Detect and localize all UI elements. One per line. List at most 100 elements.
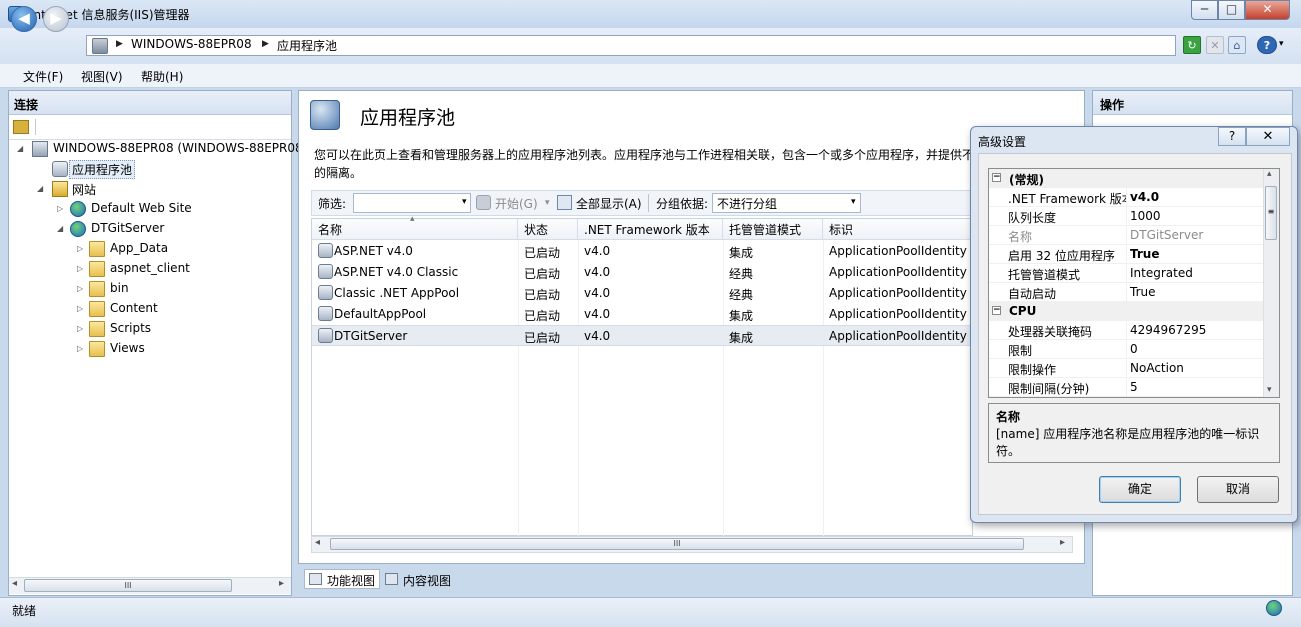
- property-row[interactable]: 限制间隔(分钟) 5: [989, 378, 1264, 397]
- tree-node-folder[interactable]: ▷ App_Data: [74, 239, 254, 259]
- tree-node-app-pools[interactable]: 应用程序池: [34, 159, 144, 179]
- tab-content-view[interactable]: 内容视图: [380, 569, 454, 589]
- expand-icon[interactable]: ▷: [57, 204, 63, 213]
- dialog-help-button[interactable]: ?: [1218, 127, 1246, 146]
- stop-icon[interactable]: ✕: [1206, 36, 1224, 54]
- table-row[interactable]: ASP.NET v4.0 Classic 已启动 v4.0 经典 Applica…: [312, 262, 972, 283]
- property-row[interactable]: 处理器关联掩码 4294967295: [989, 321, 1264, 340]
- show-all-button[interactable]: 全部显示(A): [576, 195, 642, 212]
- chevron-down-icon[interactable]: ▾: [462, 197, 467, 207]
- minimize-button[interactable]: ─: [1191, 0, 1218, 20]
- cell-status: 已启动: [524, 267, 561, 281]
- tree-label: aspnet_client: [110, 261, 190, 275]
- expand-icon[interactable]: ▷: [77, 344, 83, 353]
- cell-name: DTGitServer: [334, 329, 408, 343]
- expand-icon[interactable]: ▷: [77, 324, 83, 333]
- home-icon[interactable]: ⌂: [1228, 36, 1246, 54]
- table-row[interactable]: DefaultAppPool 已启动 v4.0 集成 ApplicationPo…: [312, 304, 972, 325]
- property-category-cpu[interactable]: − CPU: [989, 302, 1264, 321]
- property-row[interactable]: 限制 0: [989, 340, 1264, 359]
- tree-node-folder[interactable]: ▷ bin: [74, 279, 254, 299]
- back-button[interactable]: ◀: [11, 6, 37, 32]
- table-row[interactable]: Classic .NET AppPool 已启动 v4.0 经典 Applica…: [312, 283, 972, 304]
- scroll-up-icon[interactable]: ▴: [1267, 169, 1272, 179]
- expand-icon[interactable]: ▷: [77, 244, 83, 253]
- menu-view[interactable]: 视图(V): [81, 68, 123, 85]
- property-row[interactable]: 限制操作 NoAction: [989, 359, 1264, 378]
- property-row[interactable]: 自动启动 True: [989, 283, 1264, 302]
- breadcrumb-app-pools[interactable]: 应用程序池: [277, 37, 337, 54]
- breadcrumb-separator[interactable]: ▶: [262, 39, 269, 49]
- tree-node-folder[interactable]: ▷ Scripts: [74, 319, 254, 339]
- scroll-down-icon[interactable]: ▾: [1267, 385, 1272, 395]
- scrollbar-thumb[interactable]: ≡: [1265, 186, 1277, 240]
- dialog-close-button[interactable]: ✕: [1246, 127, 1290, 146]
- menu-file[interactable]: 文件(F): [23, 68, 63, 85]
- scrollbar-thumb[interactable]: III: [330, 538, 1024, 550]
- menu-help[interactable]: 帮助(H): [141, 68, 183, 85]
- collapse-icon[interactable]: ◢: [57, 224, 63, 233]
- tree-node-dtgitserver[interactable]: ◢ DTGitServer: [54, 219, 254, 239]
- actions-header: 操作: [1093, 91, 1292, 115]
- chevron-down-icon[interactable]: ▾: [851, 197, 856, 207]
- ok-button[interactable]: 确定: [1099, 476, 1181, 503]
- expand-icon[interactable]: ▷: [77, 284, 83, 293]
- tree-node-folder[interactable]: ▷ Content: [74, 299, 254, 319]
- column-header-name[interactable]: 名称: [312, 219, 518, 240]
- tree-node-server[interactable]: ◢ WINDOWS-88EPR08 (WINDOWS-88EPR08: [14, 139, 303, 159]
- tree-node-default-web-site[interactable]: ▷ Default Web Site: [54, 199, 254, 219]
- scroll-left-icon[interactable]: ◂: [315, 537, 320, 548]
- table-row-selected[interactable]: DTGitServer 已启动 v4.0 集成 ApplicationPoolI…: [312, 325, 972, 346]
- scroll-right-icon[interactable]: ▸: [1060, 537, 1065, 548]
- property-row[interactable]: 名称 DTGitServer: [989, 226, 1264, 245]
- scroll-right-icon[interactable]: ▸: [279, 578, 284, 589]
- collapse-icon[interactable]: ◢: [37, 184, 43, 193]
- cell-mode: 集成: [729, 309, 754, 323]
- breadcrumb-separator[interactable]: ▶: [116, 39, 123, 49]
- property-value: True: [1130, 247, 1160, 261]
- table-row[interactable]: ASP.NET v4.0 已启动 v4.0 集成 ApplicationPool…: [312, 241, 972, 262]
- property-row[interactable]: .NET Framework 版本 v4.0: [989, 188, 1264, 207]
- property-row[interactable]: 托管管道模式 Integrated: [989, 264, 1264, 283]
- tree-node-sites[interactable]: ◢ 网站: [34, 179, 154, 199]
- property-category-general[interactable]: − (常规): [989, 169, 1264, 188]
- chevron-down-icon[interactable]: ▾: [545, 198, 550, 208]
- collapse-icon[interactable]: ◢: [17, 144, 23, 153]
- refresh-icon[interactable]: ↻: [1183, 36, 1201, 54]
- help-icon[interactable]: ?: [1257, 36, 1277, 54]
- connections-header: 连接: [9, 91, 291, 115]
- property-key: 限制间隔(分钟): [1008, 382, 1090, 396]
- expand-icon[interactable]: ▷: [77, 304, 83, 313]
- property-key: 托管管道模式: [1008, 268, 1081, 282]
- column-header-version[interactable]: .NET Framework 版本: [578, 219, 723, 240]
- property-row[interactable]: 队列长度 1000: [989, 207, 1264, 226]
- breadcrumb-server[interactable]: WINDOWS-88EPR08: [131, 37, 252, 51]
- scroll-left-icon[interactable]: ◂: [12, 578, 17, 589]
- connections-toolbar: [9, 116, 291, 140]
- expand-icon[interactable]: ▷: [77, 264, 83, 273]
- tree-label: Default Web Site: [91, 201, 192, 215]
- tab-features-view[interactable]: 功能视图: [304, 569, 380, 589]
- column-header-status[interactable]: 状态: [518, 219, 578, 240]
- maximize-button[interactable]: □: [1218, 0, 1245, 20]
- collapse-icon[interactable]: −: [992, 306, 1001, 315]
- start-filter-button[interactable]: 开始(G): [495, 195, 538, 212]
- cell-name: ASP.NET v4.0 Classic: [334, 265, 459, 279]
- column-header-mode[interactable]: 托管管道模式: [723, 219, 823, 240]
- column-header-identity[interactable]: 标识: [823, 219, 972, 240]
- group-by-label: 分组依据:: [656, 197, 709, 211]
- close-window-button[interactable]: ✕: [1245, 0, 1290, 20]
- scrollbar-thumb[interactable]: III: [24, 579, 232, 592]
- collapse-icon[interactable]: −: [992, 173, 1001, 182]
- property-row[interactable]: 启用 32 位应用程序 True: [989, 245, 1264, 264]
- page-title: 应用程序池: [360, 107, 456, 129]
- content-view-icon: [385, 573, 398, 585]
- start-page-icon[interactable]: [13, 120, 29, 134]
- chevron-down-icon[interactable]: ▾: [1279, 39, 1284, 49]
- property-key: 名称: [1008, 230, 1033, 244]
- tree-node-folder[interactable]: ▷ Views: [74, 339, 254, 359]
- tree-node-folder[interactable]: ▷ aspnet_client: [74, 259, 254, 279]
- forward-button[interactable]: ▶: [43, 6, 69, 32]
- filter-input[interactable]: [353, 193, 471, 213]
- cancel-button[interactable]: 取消: [1197, 476, 1279, 503]
